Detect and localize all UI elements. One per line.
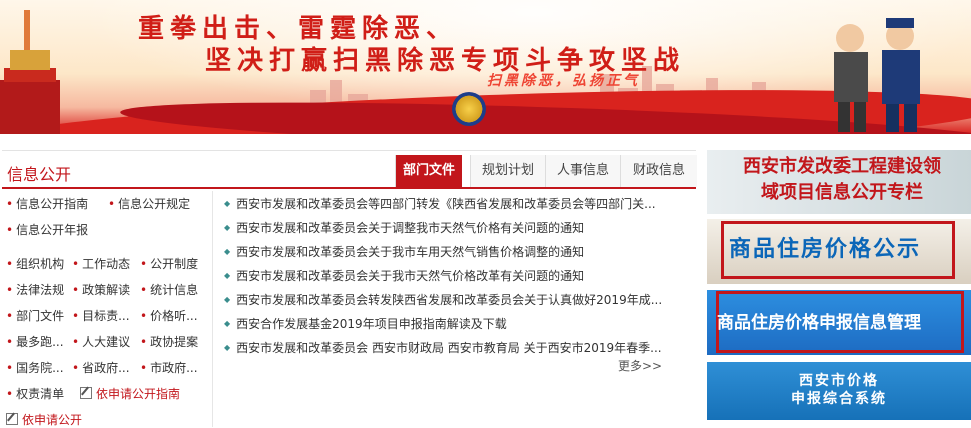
link-system[interactable]: • 公开制度 (140, 255, 198, 272)
info-links-column: • 信息公开指南 • 信息公开规定 • 信息公开年报 • 组织机构 • 工作动态 • 公开制… (2, 191, 213, 427)
info-disclosure-panel: 信息公开 部门文件 规划计划 人事信息 财政信息 • 信息公开指南 • 信息公开规定… (2, 150, 697, 427)
tiananmen-image (0, 10, 60, 134)
link-info-annual[interactable]: • 信息公开年报 (6, 221, 88, 238)
link-org[interactable]: • 组织机构 (6, 255, 64, 272)
link-price[interactable]: • 价格听... (140, 307, 198, 324)
tab-dept-files[interactable]: 部门文件 (395, 155, 462, 187)
tab-finance[interactable]: 财政信息 (620, 155, 697, 187)
more-link[interactable]: 更多>> (618, 357, 662, 374)
link-npc[interactable]: • 人大建议 (72, 333, 130, 350)
link-stats[interactable]: • 统计信息 (140, 281, 198, 298)
banner-price-system-line2: 申报综合系统 (791, 391, 887, 407)
link-apply-guide[interactable]: 依申请公开指南 (80, 385, 180, 402)
list-item[interactable]: ◆ 西安市发展和改革委员会关于调整我市天然气价格有关问题的通知 (224, 219, 684, 236)
list-item[interactable]: ◆ 西安合作发展基金2019年项目申报指南解读及下载 (224, 315, 684, 332)
banner-project-disclosure-text: 西安市发改委工程建设领域项目信息公开专栏 (743, 156, 941, 203)
link-target[interactable]: • 目标责... (72, 307, 130, 324)
list-item[interactable]: ◆ 西安市发展和改革委员会 西安市财政局 西安市教育局 关于西安市2019年春季.… (224, 339, 684, 356)
link-most[interactable]: • 最多跑... (6, 333, 64, 350)
link-power-list[interactable]: • 权责清单 (6, 385, 64, 402)
tab-personnel[interactable]: 人事信息 (545, 155, 620, 187)
link-work[interactable]: • 工作动态 (72, 255, 130, 272)
info-panel-header: 信息公开 部门文件 规划计划 人事信息 财政信息 (2, 155, 697, 189)
link-state-council[interactable]: • 国务院... (6, 359, 64, 376)
banner-project-disclosure[interactable]: 西安市发改委工程建设领域项目信息公开专栏 (707, 150, 971, 214)
link-cppcc[interactable]: • 政协提案 (140, 333, 198, 350)
list-item[interactable]: ◆ 西安市发展和改革委员会关于我市天然气价格改革有关问题的通知 (224, 267, 684, 284)
link-province[interactable]: • 省政府... (72, 359, 130, 376)
info-panel-title: 信息公开 (7, 165, 72, 184)
tab-planning[interactable]: 规划计划 (470, 155, 545, 187)
banner-price-system[interactable]: 西安市价格 申报综合系统 (707, 362, 971, 420)
banner-housing-price-notice[interactable]: 商品住房价格公示 (707, 219, 971, 284)
police-arrest-illustration (834, 18, 920, 132)
link-info-rules[interactable]: • 信息公开规定 (108, 195, 190, 212)
list-item[interactable]: ◆ 西安市发展和改革委员会等四部门转发《陕西省发展和改革委员会等四部门关... (224, 195, 684, 212)
link-city[interactable]: • 市政府... (140, 359, 198, 376)
banner-housing-price-notice-text: 商品住房价格公示 (729, 237, 922, 262)
list-item[interactable]: ◆ 西安市发展和改革委员会转发陕西省发展和改革委员会关于认真做好2019年成... (224, 291, 684, 308)
link-law[interactable]: • 法律法规 (6, 281, 64, 298)
top-banner: 重拳出击、雷霆除恶、 坚决打赢扫黑除恶专项斗争攻坚战 扫黑除恶，弘扬正气 (0, 0, 971, 134)
banner-price-system-line1: 西安市价格 (799, 373, 879, 389)
link-policy[interactable]: • 政策解读 (72, 281, 130, 298)
link-info-guide[interactable]: • 信息公开指南 (6, 195, 88, 212)
edit-icon (6, 413, 18, 425)
banner-housing-price-report[interactable]: 商品住房价格申报信息管理 (707, 290, 971, 355)
police-emblem-icon (452, 92, 486, 126)
link-apply[interactable]: 依申请公开 (6, 411, 82, 428)
edit-icon (80, 387, 92, 399)
news-list: ◆ 西安市发展和改革委员会等四部门转发《陕西省发展和改革委员会等四部门关... ◆… (224, 191, 694, 427)
list-item[interactable]: ◆ 西安市发展和改革委员会关于我市车用天然气销售价格调整的通知 (224, 243, 684, 260)
banner-slogan-line3: 扫黑除恶，弘扬正气 (487, 73, 640, 89)
link-dept[interactable]: • 部门文件 (6, 307, 64, 324)
banner-housing-price-report-text: 商品住房价格申报信息管理 (717, 313, 921, 333)
banner-price-system-text: 西安市价格 申报综合系统 (707, 372, 971, 408)
